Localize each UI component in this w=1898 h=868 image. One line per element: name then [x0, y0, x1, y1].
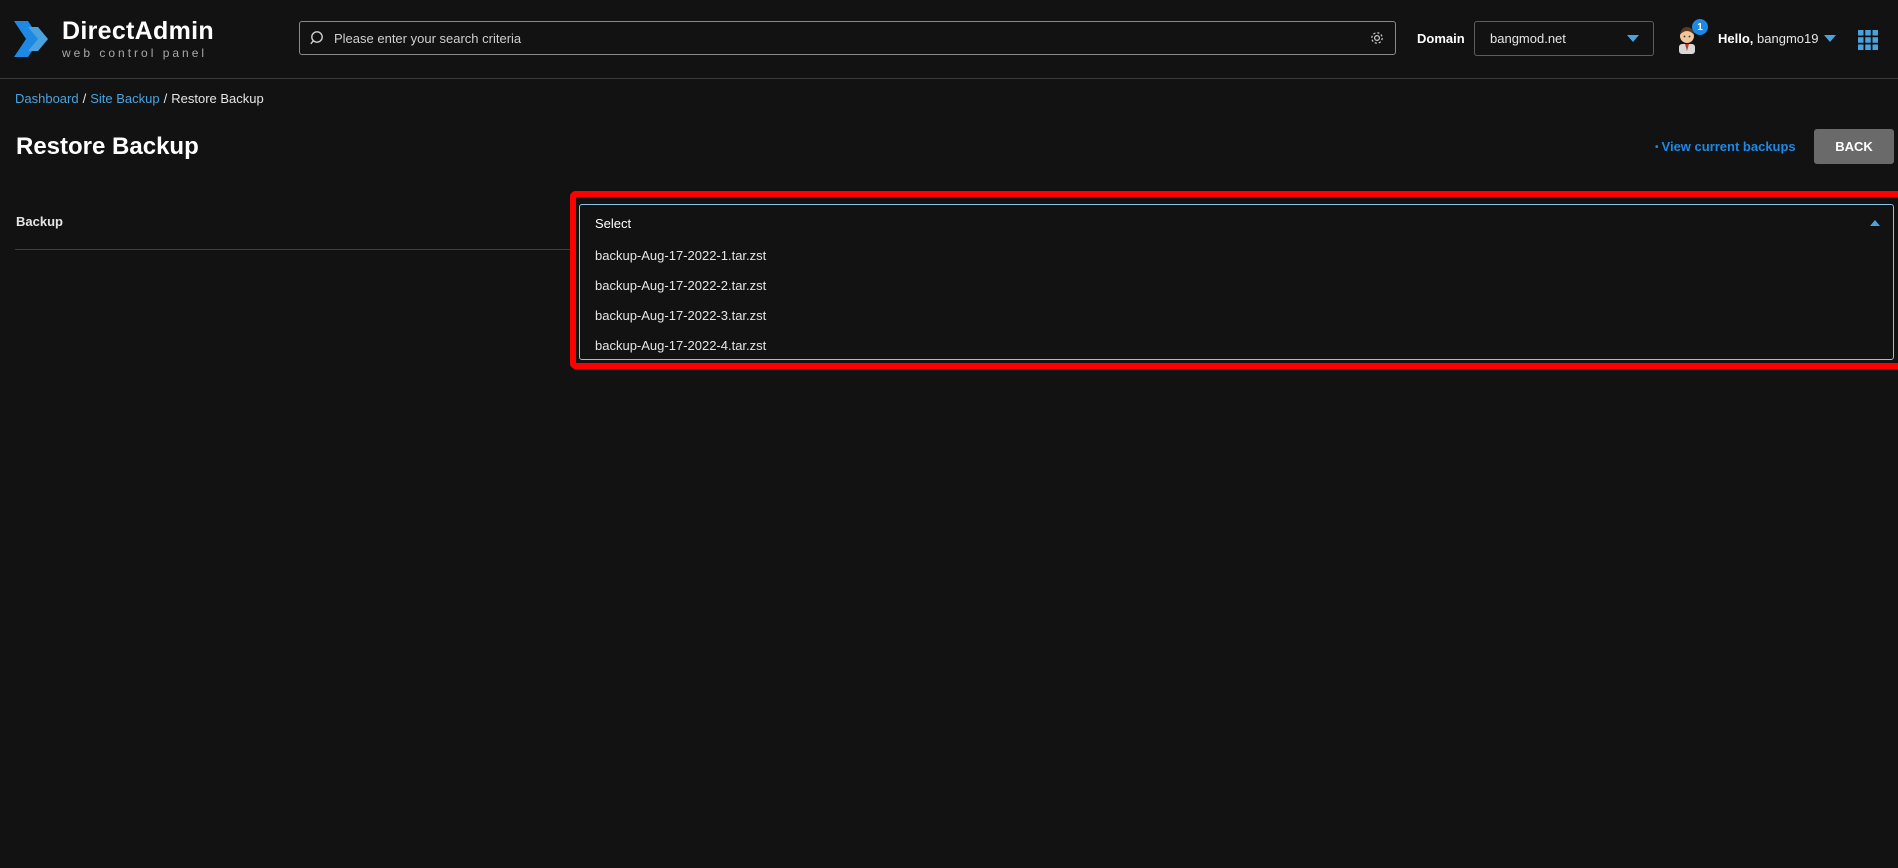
apps-grid-icon[interactable]: [1858, 30, 1878, 50]
view-current-backups-label: View current backups: [1661, 139, 1796, 154]
search-icon: [310, 31, 323, 45]
backup-select-head[interactable]: Select: [580, 205, 1893, 241]
logo-title: DirectAdmin: [62, 17, 214, 45]
bullet-icon: •: [1655, 142, 1659, 153]
backup-field-label: Backup: [16, 214, 63, 229]
page: DirectAdmin web control panel Domain ban…: [0, 0, 1898, 868]
domain-label: Domain: [1417, 31, 1465, 46]
chevron-down-icon: [1627, 35, 1639, 42]
hello-prefix: Hello,: [1718, 31, 1754, 46]
directadmin-logo-icon: [14, 21, 48, 57]
user-menu-chevron-down-icon[interactable]: [1824, 35, 1836, 42]
breadcrumb: Dashboard / Site Backup / Restore Backup: [15, 91, 264, 106]
logo-subtitle: web control panel: [62, 46, 208, 60]
view-current-backups-link[interactable]: • View current backups: [1655, 139, 1796, 154]
breadcrumb-restore-backup: Restore Backup: [171, 91, 264, 106]
breadcrumb-separator: /: [82, 91, 87, 106]
username: bangmo19: [1757, 31, 1819, 46]
backup-option[interactable]: backup-Aug-17-2022-3.tar.zst: [580, 301, 1893, 331]
breadcrumb-dashboard[interactable]: Dashboard: [15, 91, 79, 106]
backup-options-list: backup-Aug-17-2022-1.tar.zst backup-Aug-…: [580, 241, 1893, 361]
search-input[interactable]: [326, 29, 1369, 47]
top-bar: DirectAdmin web control panel Domain ban…: [0, 0, 1898, 79]
backup-option[interactable]: backup-Aug-17-2022-1.tar.zst: [580, 241, 1893, 271]
breadcrumb-separator: /: [163, 91, 168, 106]
row-divider: [15, 249, 570, 250]
breadcrumb-site-backup[interactable]: Site Backup: [90, 91, 159, 106]
notification-badge[interactable]: 1: [1692, 19, 1708, 35]
backup-select-value: Select: [595, 215, 632, 231]
page-title: Restore Backup: [16, 133, 199, 160]
user-greeting[interactable]: Hello, bangmo19: [1718, 31, 1818, 46]
logo-text: DirectAdmin web control panel: [62, 17, 214, 60]
domain-select-value: bangmod.net: [1490, 31, 1566, 46]
backup-option[interactable]: backup-Aug-17-2022-4.tar.zst: [580, 331, 1893, 361]
backup-select-dropdown[interactable]: Select backup-Aug-17-2022-1.tar.zst back…: [579, 204, 1894, 360]
gear-icon[interactable]: [1369, 30, 1385, 46]
search-bar: [299, 21, 1396, 55]
backup-option[interactable]: backup-Aug-17-2022-2.tar.zst: [580, 271, 1893, 301]
domain-select[interactable]: bangmod.net: [1474, 21, 1654, 56]
chevron-up-icon: [1870, 220, 1880, 226]
back-button[interactable]: BACK: [1814, 129, 1894, 164]
logo[interactable]: DirectAdmin web control panel: [14, 17, 214, 61]
